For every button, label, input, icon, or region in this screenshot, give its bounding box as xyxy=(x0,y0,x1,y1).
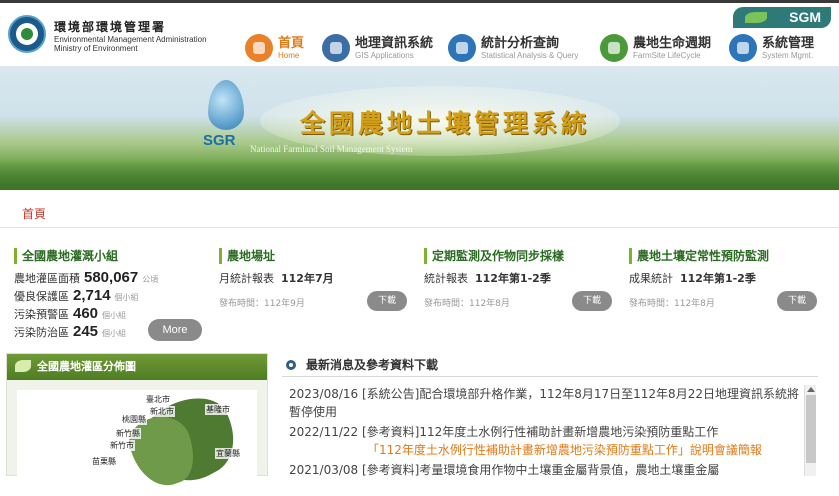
map-label[interactable]: 宜蘭縣 xyxy=(215,448,241,459)
org-parent-en: Ministry of Environment xyxy=(54,44,138,53)
news-item[interactable]: 2023/08/16 [系統公告]配合環境部升格作業，112年8月17日至112… xyxy=(289,385,799,421)
news-item[interactable]: 2021/03/08 [參考資料]考量環境食用作物中土壤重金屬背景值，農地土壤重… xyxy=(289,461,799,479)
stat-warning-value: 460 xyxy=(73,305,99,322)
divider xyxy=(0,227,839,228)
stat-area-unit: 公頃 xyxy=(142,275,159,284)
leaf-icon xyxy=(15,360,31,372)
stat-protected-value: 2,714 xyxy=(73,287,111,304)
nav-lifecycle-label: 農地生命週期 xyxy=(633,35,712,51)
map-label[interactable]: 新竹市 xyxy=(109,440,135,451)
org-name-en: Environmental Management Administration xyxy=(54,35,207,44)
water-drop-icon xyxy=(208,80,244,130)
stat-control-unit: 個小組 xyxy=(102,329,127,338)
news-title: 最新消息及參考資料下載 xyxy=(306,358,439,372)
monitor-card-title[interactable]: 定期監測及作物同步採樣 xyxy=(424,248,612,264)
map-label[interactable]: 桃園縣 xyxy=(121,414,147,425)
prevent-row-value: 112年第1-2季 xyxy=(680,272,756,285)
news-item-text[interactable]: 2023/08/16 [系統公告]配合環境部升格作業，112年8月17日至112… xyxy=(289,387,799,419)
nav-gis-sub: GIS Applications xyxy=(355,50,414,60)
map-panel-header: 全國農地灌區分佈圖 xyxy=(7,354,267,380)
prevent-card: 農地土壤定常性預防監測 成果統計 112年第1-2季 發布時間：112年8月 下… xyxy=(629,248,817,311)
prevent-download-button[interactable]: 下載 xyxy=(777,291,817,311)
prevent-row-label: 成果統計 xyxy=(629,272,673,285)
stat-warning-label: 污染預警區 xyxy=(14,308,69,321)
prevent-card-title[interactable]: 農地土壤定常性預防監測 xyxy=(629,248,817,264)
nav-home[interactable]: 首頁 Home xyxy=(245,34,304,62)
news-list: 2023/08/16 [系統公告]配合環境部升格作業，112年8月17日至112… xyxy=(289,385,799,481)
farm-download-button[interactable]: 下載 xyxy=(367,291,407,311)
banner-subtitle: National Farmland Soil Management System xyxy=(250,144,413,154)
map-panel: 全國農地灌區分佈圖 臺北市 新北市 基隆市 桃園縣 新竹縣 新竹市 苗栗縣 宜蘭… xyxy=(6,353,268,496)
nav-home-label: 首頁 xyxy=(278,35,305,51)
bullet-icon xyxy=(286,360,296,370)
banner-title: 全國農地土壤管理系統 xyxy=(300,109,591,138)
home-icon xyxy=(245,34,273,62)
monitor-row-label: 統計報表 xyxy=(424,272,468,285)
stat-area: 農地灌區面積 580,067 公頃 xyxy=(14,270,214,288)
hero-banner: SGR 全國農地土壤管理系統 National Farmland Soil Ma… xyxy=(0,66,839,190)
stat-protected-label: 優良保護區 xyxy=(14,290,69,303)
nav-lifecycle[interactable]: 農地生命週期 FarmSite LifeCycle xyxy=(600,34,711,62)
farm-row-value: 112年7月 xyxy=(281,272,334,285)
nav-gis-label: 地理資訊系統 xyxy=(355,35,434,51)
news-item-text[interactable]: 2022/11/22 [參考資料]112年度土水例行性補助計畫新增農地污染預防重… xyxy=(289,425,718,439)
nav-system-sub: System Mgmt. xyxy=(762,50,814,60)
stat-control-value: 245 xyxy=(73,323,99,340)
sgr-logo-text: SGR xyxy=(203,132,236,149)
breadcrumb[interactable]: 首頁 xyxy=(22,205,46,222)
org-name-zh: 環境部環境管理署 xyxy=(54,20,167,34)
sgm-badge: SGM xyxy=(733,7,831,28)
monitor-card-row: 統計報表 112年第1-2季 xyxy=(424,270,612,286)
map-label[interactable]: 新竹縣 xyxy=(115,428,141,439)
nav-lifecycle-sub: FarmSite LifeCycle xyxy=(633,50,701,60)
top-header: 環境部環境管理署 Environmental Management Admini… xyxy=(0,0,839,66)
leaf-icon xyxy=(745,12,767,23)
stats-icon xyxy=(448,34,476,62)
farm-card-row: 月統計報表 112年7月 xyxy=(219,270,407,286)
ministry-logo-icon[interactable] xyxy=(8,15,46,53)
stat-area-value: 580,067 xyxy=(84,269,139,286)
map-label[interactable]: 新北市 xyxy=(149,406,175,417)
farm-card-title[interactable]: 農地場址 xyxy=(219,248,407,264)
scroll-up-icon[interactable] xyxy=(807,387,815,392)
nav-system[interactable]: 系統管理 System Mgmt. xyxy=(729,34,814,62)
farm-card: 農地場址 月統計報表 112年7月 發布時間：112年9月 下載 xyxy=(219,248,407,311)
stat-protected-unit: 個小組 xyxy=(114,293,139,302)
news-header: 最新消息及參考資料下載 xyxy=(282,353,818,377)
map-label[interactable]: 苗栗縣 xyxy=(91,456,117,467)
farm-row-label: 月統計報表 xyxy=(219,272,274,285)
monitor-card: 定期監測及作物同步採樣 統計報表 112年第1-2季 發布時間：112年8月 下… xyxy=(424,248,612,311)
sgm-badge-text: SGM xyxy=(789,9,821,25)
nav-stats-label: 統計分析查詢 xyxy=(481,35,560,51)
banner-field-image xyxy=(0,160,839,190)
nav-stats[interactable]: 統計分析查詢 Statistical Analysis & Query xyxy=(448,34,578,62)
map-label[interactable]: 基隆市 xyxy=(205,404,231,415)
irrigation-card-title[interactable]: 全國農地灌溉小組 xyxy=(14,248,214,264)
nav-stats-sub: Statistical Analysis & Query xyxy=(481,50,579,60)
nav-system-label: 系統管理 xyxy=(762,35,815,51)
stat-warning-unit: 個小組 xyxy=(102,311,127,320)
stat-protected: 優良保護區 2,714 個小組 xyxy=(14,288,214,306)
taiwan-map[interactable]: 臺北市 新北市 基隆市 桃園縣 新竹縣 新竹市 苗栗縣 宜蘭縣 xyxy=(17,383,257,496)
more-button[interactable]: More xyxy=(148,319,202,341)
prevent-card-row: 成果統計 112年第1-2季 xyxy=(629,270,817,286)
map-panel-title: 全國農地灌區分佈圖 xyxy=(37,360,136,373)
scroll-thumb[interactable] xyxy=(806,395,816,463)
news-panel: 最新消息及參考資料下載 2023/08/16 [系統公告]配合環境部升格作業，1… xyxy=(282,353,818,477)
org-title: 環境部環境管理署 Environmental Management Admini… xyxy=(54,18,207,53)
map-label[interactable]: 臺北市 xyxy=(145,394,171,405)
stat-area-label: 農地灌區面積 xyxy=(14,272,80,285)
monitor-row-value: 112年第1-2季 xyxy=(475,272,551,285)
gis-icon xyxy=(322,34,350,62)
news-scrollbar[interactable] xyxy=(804,385,816,476)
lifecycle-icon xyxy=(600,34,628,62)
news-item[interactable]: 2022/11/22 [參考資料]112年度土水例行性補助計畫新增農地污染預防重… xyxy=(289,423,799,459)
nav-gis[interactable]: 地理資訊系統 GIS Applications xyxy=(322,34,433,62)
nav-home-sub: Home xyxy=(278,50,300,60)
news-item-link[interactable]: 「112年度土水例行性補助計畫新增農地污染預防重點工作」說明會議簡報 xyxy=(289,441,799,459)
stat-control-label: 污染防治區 xyxy=(14,326,69,339)
news-item-text[interactable]: 2021/03/08 [參考資料]考量環境食用作物中土壤重金屬背景值，農地土壤重… xyxy=(289,463,719,477)
monitor-download-button[interactable]: 下載 xyxy=(572,291,612,311)
system-icon xyxy=(729,34,757,62)
